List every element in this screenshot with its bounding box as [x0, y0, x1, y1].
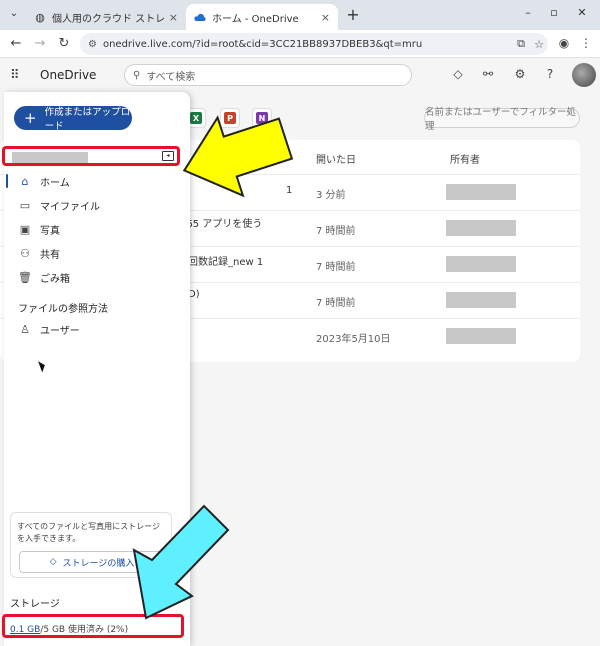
search-icon: ⚲	[133, 69, 141, 81]
help-icon[interactable]: ?	[542, 67, 558, 83]
search-placeholder: すべて検索	[146, 71, 196, 83]
create-button-label: 作成またはアップロード	[44, 107, 131, 132]
sidebar-item-my-files[interactable]: ▭ マイファイル	[4, 194, 184, 216]
tab-title: 個人用のクラウド ストレージ -	[52, 13, 165, 25]
person-icon: ♙	[20, 322, 30, 336]
tab-search-chevron-icon[interactable]: ⌄	[6, 8, 22, 24]
sidebar-item-people[interactable]: ♙ ユーザー	[4, 318, 184, 340]
close-icon[interactable]: ×	[169, 11, 178, 24]
owner-redacted	[446, 220, 516, 236]
plus-icon: +	[24, 108, 37, 127]
browser-tab-storage[interactable]: ◍ 個人用のクラウド ストレージ - ×	[26, 4, 186, 30]
opened-date: 7 時間前	[316, 226, 356, 237]
new-tab-button[interactable]: +	[344, 6, 362, 24]
sidebar-item-label: 写真	[40, 225, 60, 237]
onedrive-cloud-icon	[194, 11, 206, 23]
storage-heading: ストレージ	[10, 599, 60, 610]
home-icon: ⌂	[21, 174, 29, 188]
sidebar-item-recycle-bin[interactable]: 🗑 ごみ箱	[4, 266, 184, 288]
folder-icon: ▭	[19, 198, 31, 212]
bookmark-star-icon[interactable]: ☆	[530, 38, 548, 51]
owner-redacted	[446, 292, 516, 308]
browser-tab-bar: ⌄ ◍ 個人用のクラウド ストレージ - × ホーム - OneDrive × …	[0, 0, 600, 30]
settings-gear-icon[interactable]: ⚙	[512, 67, 528, 83]
globe-icon: ◍	[35, 10, 45, 24]
opened-date: 7 時間前	[316, 262, 356, 273]
sidebar-item-label: ホーム	[40, 177, 70, 189]
browse-section-heading: ファイルの参照方法	[18, 304, 108, 315]
create-or-upload-button[interactable]: + 作成またはアップロード	[14, 106, 132, 132]
tab-title: ホーム - OneDrive	[212, 13, 299, 25]
highlight-box-account	[2, 146, 180, 166]
trash-icon: 🗑	[18, 270, 32, 284]
cyan-arrow-icon	[132, 504, 230, 620]
owner-redacted	[446, 328, 516, 344]
owner-redacted	[446, 184, 516, 200]
back-arrow-icon[interactable]: ←	[8, 36, 24, 52]
column-header-owner[interactable]: 所有者	[450, 151, 480, 166]
diamond-icon: ◇	[49, 557, 57, 567]
file-name: 回数記録_new 1	[188, 257, 264, 268]
buy-storage-label: ストレージの購入	[62, 558, 135, 569]
share-connect-icon[interactable]: ⚯	[480, 67, 496, 83]
opened-date: 3 分前	[316, 190, 346, 201]
url-text: onedrive.live.com/?id=root&cid=3CC21BB89…	[102, 38, 423, 50]
sidebar-item-label: ユーザー	[40, 325, 80, 337]
reload-icon[interactable]: ↻	[56, 36, 72, 52]
mouse-cursor-icon	[38, 359, 47, 373]
file-name: 365 アプリを使う	[180, 219, 263, 230]
cast-icon[interactable]: ⧉	[512, 37, 530, 51]
sidebar-item-label: 共有	[40, 249, 60, 261]
site-settings-icon[interactable]: ⚙	[88, 39, 97, 50]
window-close-icon[interactable]: ✕	[574, 6, 590, 19]
sidebar-item-label: マイファイル	[40, 201, 100, 213]
search-input[interactable]: ⚲ すべて検索	[124, 64, 412, 86]
profile-icon[interactable]: ◉	[556, 36, 572, 52]
close-icon[interactable]: ×	[321, 11, 330, 24]
opened-date: 2023年5月10日	[316, 334, 391, 345]
app-launcher-icon[interactable]: ⠿	[10, 68, 20, 83]
column-header-opened[interactable]: 開いた日	[316, 151, 356, 166]
minimize-icon[interactable]: –	[520, 6, 536, 19]
browser-menu-icon[interactable]: ⋮	[578, 36, 594, 52]
url-field[interactable]: ⚙ onedrive.live.com/?id=root&cid=3CC21BB…	[80, 33, 548, 55]
sidebar-item-home[interactable]: ⌂ ホーム	[4, 170, 184, 192]
opened-date: 7 時間前	[316, 298, 356, 309]
sidebar-item-label: ごみ箱	[40, 273, 70, 285]
yellow-arrow-icon	[182, 115, 294, 198]
address-bar-row: ← → ↻ ⚙ onedrive.live.com/?id=root&cid=3…	[0, 30, 600, 58]
filter-input[interactable]: 名前またはユーザーでフィルター処理	[424, 107, 580, 132]
avatar[interactable]	[572, 63, 596, 87]
onedrive-header: ⠿ OneDrive ⚲ すべて検索 ◇ ⚯ ⚙ ?	[0, 58, 600, 92]
maximize-icon[interactable]: ▫	[546, 6, 562, 19]
sidebar-item-shared[interactable]: ⚇ 共有	[4, 242, 184, 264]
owner-redacted	[446, 256, 516, 272]
sidebar-item-photos[interactable]: ▣ 写真	[4, 218, 184, 240]
people-icon: ⚇	[20, 246, 30, 260]
premium-diamond-icon[interactable]: ◇	[450, 67, 466, 83]
browser-tab-onedrive[interactable]: ホーム - OneDrive ×	[186, 4, 338, 30]
photo-icon: ▣	[19, 222, 31, 236]
forward-arrow-icon[interactable]: →	[32, 36, 48, 52]
app-title[interactable]: OneDrive	[40, 68, 96, 82]
